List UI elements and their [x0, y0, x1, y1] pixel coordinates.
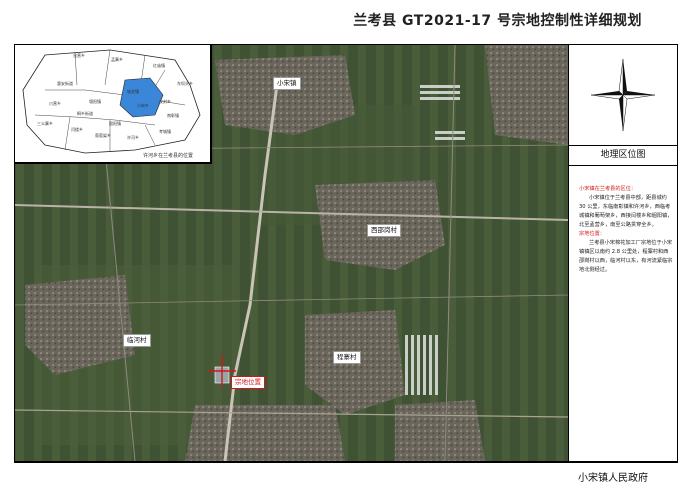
- issuing-authority: 小宋镇人民政府: [578, 473, 648, 484]
- label-chengzhai-village: 程寨村: [333, 351, 361, 364]
- info-sidebar: 地理区位图 小宋镇在兰考县的区位： 小宋镇位于兰考县中部，距县城约 30 公里，…: [568, 45, 677, 461]
- inset-town-label: 东坝头乡: [177, 80, 193, 86]
- label-linhe-village: 临河村: [123, 334, 151, 347]
- inset-town-label: 惠安街道: [57, 80, 73, 86]
- inset-town-label: 城关镇: [127, 88, 139, 94]
- inset-town-label: 仪封乡: [159, 98, 171, 104]
- label-xiaosong-town: 小宋镇: [273, 77, 301, 90]
- inset-caption: 许河乡在兰考县的位置: [143, 153, 194, 159]
- location-description: 小宋镇在兰考县的区位： 小宋镇位于兰考县中部，距县城约 30 公里，东临南彰镇和…: [579, 185, 673, 275]
- inset-town-label: 红庙镇: [153, 62, 165, 68]
- inset-town-label: 谷营乡: [73, 52, 85, 58]
- label-ximiaogang-village: 西邵岗村: [367, 224, 401, 237]
- inset-town-label: 南彰镇: [167, 112, 179, 118]
- map-frame: 谷营乡孟寨乡红庙镇东坝头乡考城镇 城关镇堌阳镇 仪封乡南彰镇 爪营乡三义寨乡闫楼乡葡萄…: [14, 44, 678, 462]
- label-site-location: 宗地位置: [231, 376, 265, 389]
- county-locator-inset: 谷营乡孟寨乡红庙镇东坝头乡考城镇 城关镇堌阳镇 仪封乡南彰镇 爪营乡三义寨乡闫楼乡葡萄…: [15, 45, 212, 164]
- inset-town-label: 许河乡: [127, 134, 139, 140]
- section-heading-town-location: 小宋镇在兰考县的区位：: [579, 186, 637, 192]
- inset-town-label: 爪营乡: [49, 100, 61, 106]
- section-heading-site-location: 宗地位置：: [579, 231, 605, 237]
- inset-town-label: 考城镇: [159, 128, 171, 134]
- inset-town-label: 葡萄架乡: [95, 132, 111, 138]
- compass-panel: [569, 45, 677, 146]
- inset-town-label: 小宋乡: [137, 102, 149, 108]
- footer-bar: 小宋镇人民政府: [14, 462, 678, 486]
- inset-town-label: 孟寨乡: [111, 56, 123, 62]
- inset-town-label: 桐乡街道: [77, 110, 93, 116]
- inset-town-label: 堌阳镇: [89, 98, 101, 104]
- section-body-site-location: 兰考县小宋棉花加工厂宗地位于小宋镇镇区以南约 2.8 公里处，程寨村和西邵岗村以…: [579, 240, 673, 273]
- satellite-map[interactable]: 谷营乡孟寨乡红庙镇东坝头乡考城镇 城关镇堌阳镇 仪封乡南彰镇 爪营乡三义寨乡闫楼乡葡萄…: [15, 45, 568, 461]
- section-body-town-location: 小宋镇位于兰考县中部，距县城约 30 公里，东临南彰镇和许河乡，西临考城镇和葡萄…: [579, 195, 673, 228]
- page-title: 兰考县 GT2021-17 号宗地控制性详细规划: [353, 13, 642, 29]
- inset-town-label: 闫楼乡: [71, 126, 83, 132]
- county-boundary-map: 谷营乡孟寨乡红庙镇东坝头乡考城镇 城关镇堌阳镇 仪封乡南彰镇 爪营乡三义寨乡闫楼乡葡萄…: [22, 49, 201, 154]
- inset-town-label: 三义寨乡: [37, 120, 53, 126]
- inset-town-label: 固阳镇: [109, 120, 121, 126]
- north-arrow-icon: [590, 58, 656, 132]
- location-map-title: 地理区位图: [569, 145, 677, 166]
